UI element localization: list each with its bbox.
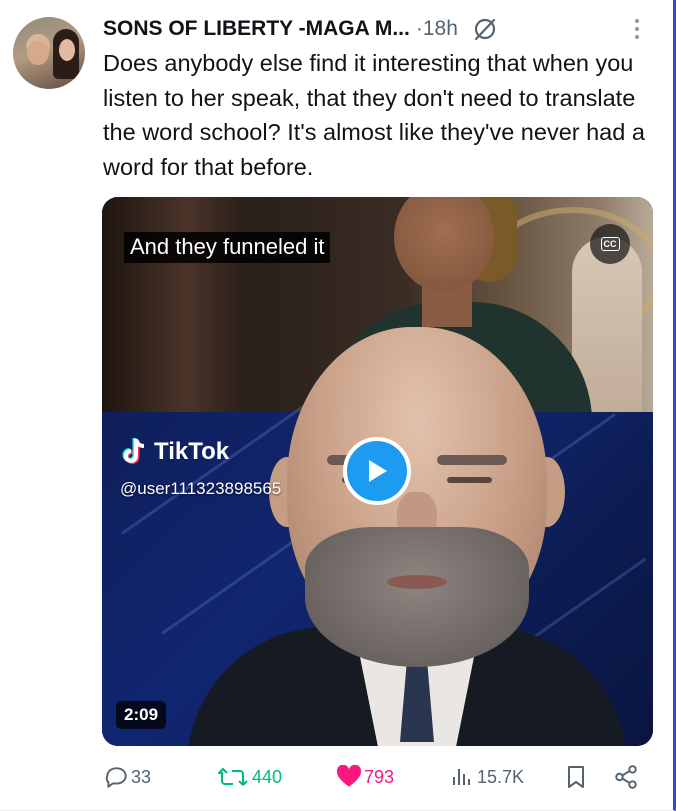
video-player[interactable]: And they funneled it CC TikTok @user1113…: [102, 197, 653, 746]
post-text: Does anybody else find it interesting th…: [103, 50, 645, 180]
time-value[interactable]: 18h: [423, 17, 458, 40]
like-count: 793: [364, 766, 395, 787]
share-icon: [615, 765, 637, 789]
post-time[interactable]: ·18h: [416, 17, 458, 41]
reply-count: 33: [131, 766, 152, 787]
reply-button[interactable]: 33: [103, 762, 151, 792]
repost-icon: [218, 768, 248, 786]
closed-captions-icon[interactable]: CC: [590, 224, 630, 264]
views-count: 15.7K: [477, 766, 525, 787]
time-separator: ·: [415, 17, 423, 40]
post: SONS OF LIBERTY -MAGA M... ·18h Does any…: [0, 0, 676, 811]
repost-count: 440: [252, 766, 283, 787]
post-header: SONS OF LIBERTY -MAGA M... ·18h: [103, 14, 498, 44]
tiktok-icon: [122, 438, 145, 464]
views-icon: [453, 769, 470, 785]
avatar-person-1: [27, 41, 49, 65]
heart-icon: [336, 765, 362, 787]
views-button[interactable]: 15.7K: [449, 762, 524, 792]
tiktok-watermark: TikTok: [120, 437, 229, 467]
reply-icon: [105, 767, 127, 788]
avatar-person-2: [59, 39, 75, 61]
like-button[interactable]: 793: [336, 762, 394, 792]
bookmark-button[interactable]: [565, 762, 589, 792]
tiktok-username: @user111323898565: [120, 479, 282, 498]
video-caption: And they funneled it: [124, 232, 331, 263]
share-button[interactable]: [613, 762, 641, 792]
more-icon[interactable]: [627, 14, 647, 44]
action-bar: 33 440 793 15.7K: [103, 762, 643, 792]
author-name[interactable]: SONS OF LIBERTY -MAGA M...: [103, 17, 410, 41]
avatar[interactable]: [13, 17, 85, 89]
video-duration: 2:09: [116, 701, 167, 729]
play-button[interactable]: [343, 437, 411, 505]
tiktok-brand: TikTok: [154, 438, 230, 465]
repost-button[interactable]: 440: [216, 762, 282, 792]
bookmark-icon: [568, 766, 584, 788]
play-icon: [369, 460, 387, 482]
video-speaker: [187, 327, 627, 746]
cc-label: CC: [600, 237, 620, 251]
grok-icon[interactable]: [472, 16, 498, 42]
